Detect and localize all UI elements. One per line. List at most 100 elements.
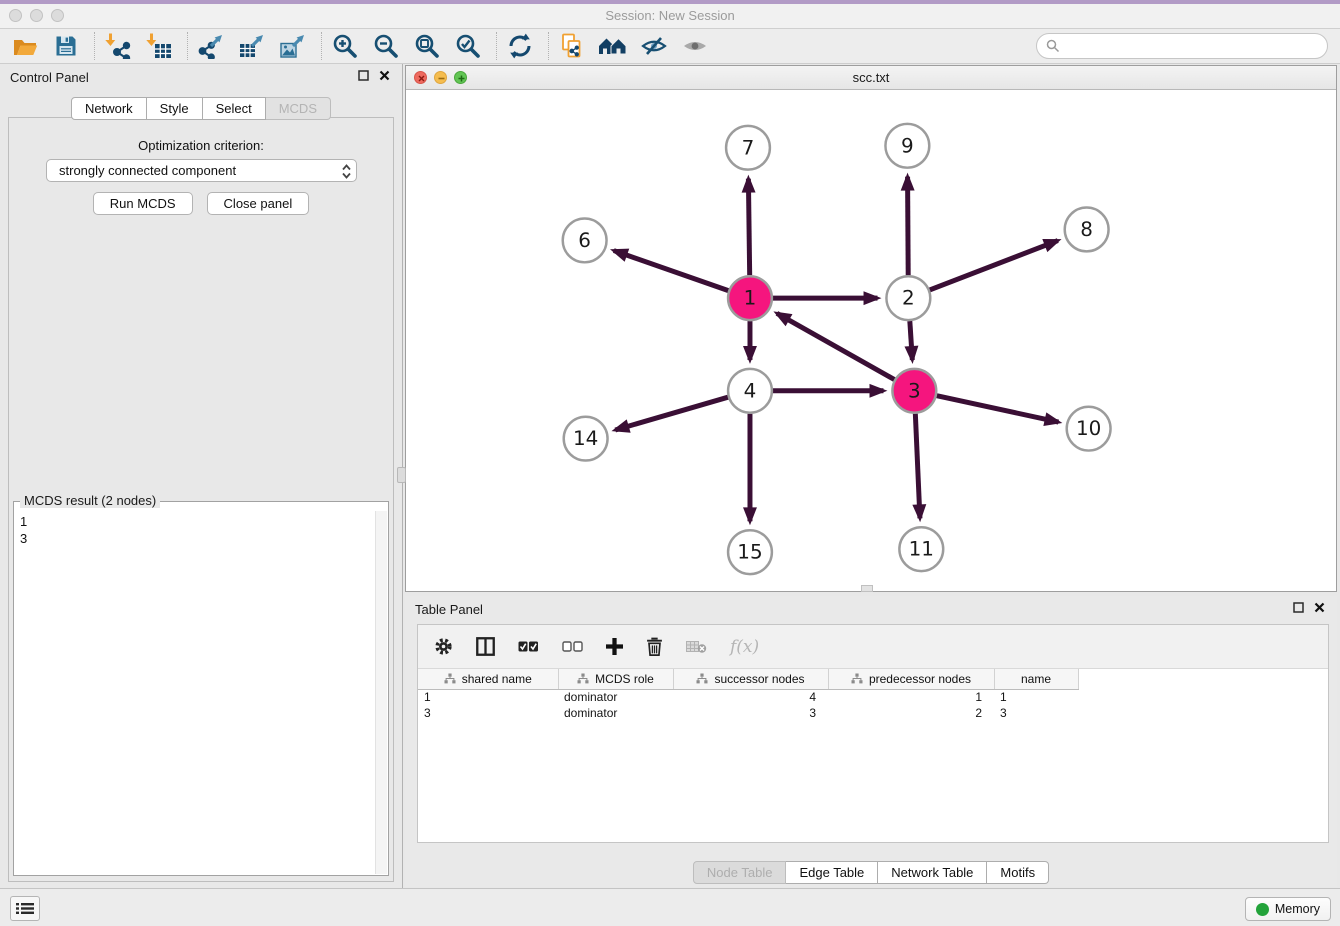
- export-network-button[interactable]: [196, 31, 226, 61]
- tab-mcds[interactable]: MCDS: [266, 97, 331, 120]
- graph-edge-2-8[interactable]: [930, 241, 1058, 290]
- tab-node-table[interactable]: Node Table: [693, 861, 787, 884]
- zoom-fit-button[interactable]: [412, 31, 442, 61]
- graph-edge-1-7[interactable]: [748, 179, 749, 276]
- zoom-in-icon: [332, 33, 358, 59]
- workspace-area: scc.txt 1234678910111415 Table Panel: [404, 64, 1340, 888]
- zoom-out-button[interactable]: [371, 31, 401, 61]
- app-titlebar: Session: New Session: [0, 4, 1340, 29]
- column-header-predecessor-nodes[interactable]: predecessor nodes: [828, 669, 994, 689]
- graph-edge-2-9[interactable]: [908, 177, 909, 276]
- split-view-button[interactable]: [476, 637, 495, 656]
- home-button[interactable]: [598, 31, 628, 61]
- dropdown-stepper-icon: [341, 162, 352, 181]
- network-window-titlebar[interactable]: scc.txt: [406, 66, 1336, 90]
- network-resize-handle[interactable]: [861, 585, 873, 592]
- graph-edge-4-14[interactable]: [615, 397, 728, 430]
- delete-table-button[interactable]: [686, 639, 707, 654]
- open-file-button[interactable]: [10, 31, 40, 61]
- tab-network-table[interactable]: Network Table: [878, 861, 987, 884]
- show-panels-button[interactable]: [10, 896, 40, 921]
- table-row[interactable]: 3 dominator 3 2 3: [418, 705, 1078, 721]
- result-line: 3: [20, 530, 375, 547]
- memory-status-dot: [1256, 903, 1269, 916]
- save-session-button[interactable]: [51, 31, 81, 61]
- float-panel-icon[interactable]: [1293, 602, 1304, 613]
- export-image-button[interactable]: [278, 31, 308, 61]
- mcds-result-text[interactable]: 1 3: [15, 511, 375, 874]
- table-row[interactable]: 1 dominator 4 1 1: [418, 689, 1078, 705]
- network-canvas[interactable]: 1234678910111415: [406, 90, 1336, 591]
- tree-icon: [577, 673, 589, 684]
- list-icon: [16, 901, 34, 916]
- graph-edge-2-3[interactable]: [910, 321, 913, 360]
- graph-edge-1-6[interactable]: [614, 251, 729, 291]
- export-table-button[interactable]: [237, 31, 267, 61]
- delete-column-button[interactable]: [646, 637, 663, 656]
- graph-node-label-15: 15: [737, 541, 762, 564]
- graph-edge-3-1[interactable]: [777, 313, 894, 379]
- deselect-all-columns-button[interactable]: [562, 640, 583, 653]
- table-settings-button[interactable]: [434, 637, 453, 656]
- node-table: shared name MCDS role successor nodes pr…: [418, 669, 1079, 721]
- optimization-criterion-label: Optimization criterion:: [9, 138, 393, 153]
- refresh-icon: [507, 33, 533, 59]
- column-header-mcds-role[interactable]: MCDS role: [558, 669, 673, 689]
- clone-network-icon: [559, 33, 585, 59]
- toolbar-separator: [187, 32, 188, 60]
- graph-node-label-8: 8: [1080, 218, 1093, 241]
- control-panel: Control Panel Network Style Select MCDS …: [0, 64, 403, 888]
- result-scrollbar[interactable]: [375, 511, 387, 874]
- panel-splitter-grip[interactable]: [397, 467, 406, 483]
- close-panel-icon[interactable]: [379, 70, 390, 81]
- tab-network[interactable]: Network: [71, 97, 147, 120]
- unchecked-boxes-icon: [562, 640, 583, 653]
- gear-icon: [434, 637, 453, 656]
- refresh-button[interactable]: [505, 31, 535, 61]
- close-panel-button[interactable]: Close panel: [207, 192, 310, 215]
- table-toolbar: f(x): [418, 625, 1328, 669]
- search-input[interactable]: [1065, 39, 1327, 54]
- tree-icon: [696, 673, 708, 684]
- import-table-button[interactable]: [144, 31, 174, 61]
- graph-node-label-1: 1: [744, 287, 757, 310]
- network-view-window: scc.txt 1234678910111415: [405, 65, 1337, 592]
- function-builder-button[interactable]: f(x): [730, 637, 759, 657]
- export-network-icon: [198, 33, 224, 59]
- zoom-selected-icon: [455, 33, 481, 59]
- trash-icon: [646, 637, 663, 656]
- clone-network-button[interactable]: [557, 31, 587, 61]
- memory-button[interactable]: Memory: [1245, 897, 1331, 921]
- network-window-title: scc.txt: [406, 70, 1336, 85]
- toolbar-separator: [321, 32, 322, 60]
- tab-select[interactable]: Select: [203, 97, 266, 120]
- plus-icon: [606, 638, 623, 655]
- select-all-columns-button[interactable]: [518, 640, 539, 653]
- toolbar-separator: [548, 32, 549, 60]
- add-column-button[interactable]: [606, 638, 623, 655]
- tab-motifs[interactable]: Motifs: [987, 861, 1049, 884]
- zoom-selected-button[interactable]: [453, 31, 483, 61]
- export-table-icon: [239, 33, 265, 59]
- graph-node-label-6: 6: [578, 229, 591, 252]
- search-field[interactable]: [1036, 33, 1328, 59]
- graph-node-label-3: 3: [908, 379, 921, 402]
- graph-edge-3-11[interactable]: [915, 414, 920, 519]
- eye-icon: [682, 33, 708, 59]
- column-header-name[interactable]: name: [994, 669, 1078, 689]
- float-panel-icon[interactable]: [358, 70, 369, 81]
- tab-style[interactable]: Style: [147, 97, 203, 120]
- criterion-dropdown[interactable]: strongly connected component: [46, 159, 357, 182]
- main-toolbar: [0, 29, 1340, 64]
- graph-edge-3-10[interactable]: [937, 396, 1059, 422]
- column-header-shared-name[interactable]: shared name: [418, 669, 558, 689]
- tab-edge-table[interactable]: Edge Table: [786, 861, 878, 884]
- column-header-successor-nodes[interactable]: successor nodes: [673, 669, 828, 689]
- zoom-in-button[interactable]: [330, 31, 360, 61]
- close-panel-icon[interactable]: [1314, 602, 1325, 613]
- hide-selected-button[interactable]: [639, 31, 669, 61]
- run-mcds-button[interactable]: Run MCDS: [93, 192, 193, 215]
- show-all-button[interactable]: [680, 31, 710, 61]
- import-network-button[interactable]: [103, 31, 133, 61]
- search-icon: [1046, 39, 1060, 53]
